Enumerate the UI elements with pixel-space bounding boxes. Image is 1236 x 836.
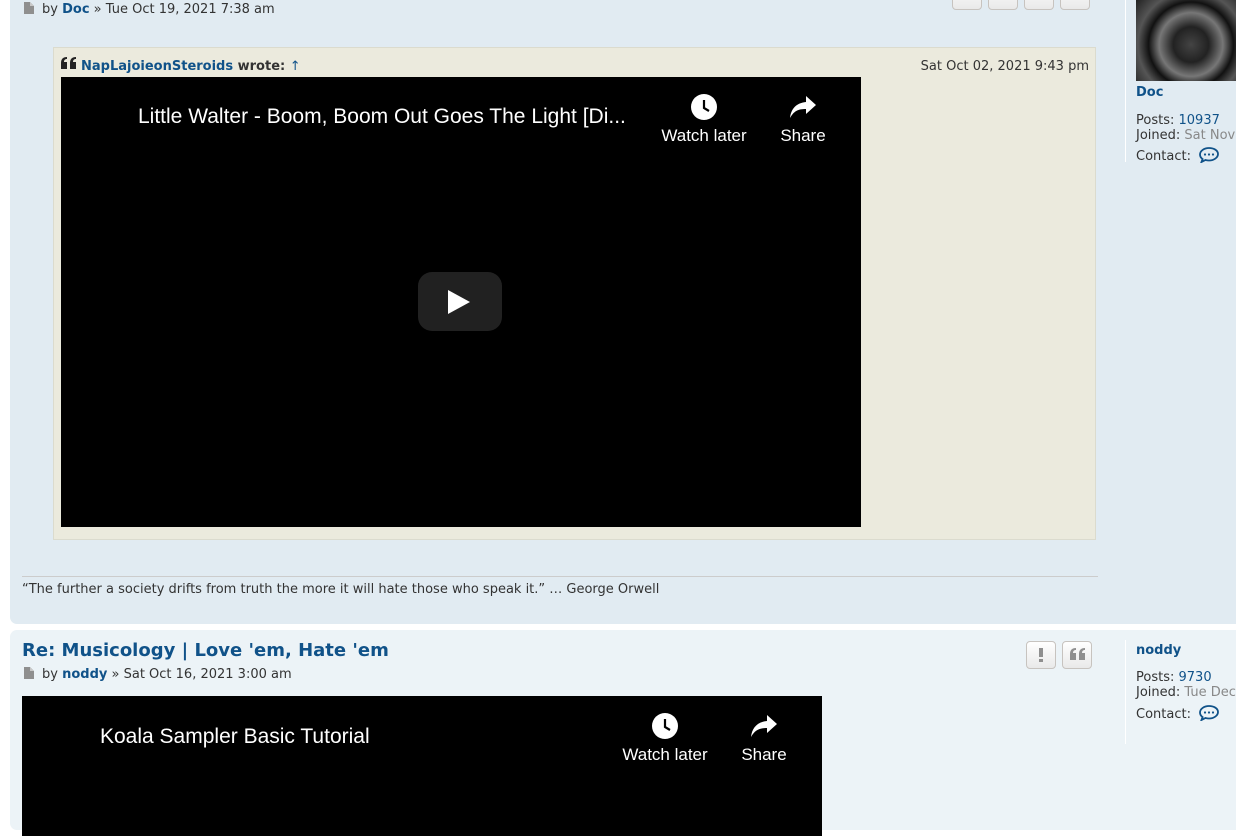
share-label: Share xyxy=(741,745,787,764)
share-icon xyxy=(751,715,777,737)
chat-icon[interactable] xyxy=(1199,147,1220,164)
author-profile-noddy: noddy Posts: 9730 Joined: Tue Dec Contac… xyxy=(1125,640,1236,744)
edit-button[interactable] xyxy=(952,0,982,10)
posts-count[interactable]: 10937 xyxy=(1179,113,1220,128)
share-icon xyxy=(790,96,816,118)
video-embed[interactable]: Little Walter - Boom, Boom Out Goes The … xyxy=(61,77,861,527)
author-link[interactable]: noddy xyxy=(62,667,107,682)
file-icon xyxy=(24,2,34,14)
posts-label: Posts: xyxy=(1136,670,1175,685)
share-button[interactable]: Share xyxy=(753,94,853,146)
watch-later-label: Watch later xyxy=(622,745,708,764)
post-date: » Sat Oct 16, 2021 3:00 am xyxy=(111,667,292,682)
delete-button[interactable] xyxy=(988,0,1018,10)
quote-icon xyxy=(1070,648,1085,660)
quote-button[interactable] xyxy=(1062,641,1092,669)
joined-row: Joined: Tue Dec xyxy=(1136,685,1236,700)
contact-label: Contact: xyxy=(1136,149,1191,164)
post-author-line: by noddy » Sat Oct 16, 2021 3:00 am xyxy=(24,667,292,682)
joined-label: Joined: xyxy=(1136,128,1181,143)
watch-later-button[interactable]: Watch later xyxy=(615,713,715,765)
profile-name[interactable]: Doc xyxy=(1136,85,1163,100)
wrote-label: wrote: xyxy=(237,59,286,74)
posts-row: Posts: 10937 xyxy=(1136,113,1220,128)
report-button[interactable] xyxy=(1026,641,1056,669)
quote-block: NapLajoieonSteroids wrote: ↑ Sat Oct 02,… xyxy=(53,47,1096,540)
post-title[interactable]: Re: Musicology | Love 'em, Hate 'em xyxy=(22,640,389,661)
joined-date: Sat Nov xyxy=(1184,128,1236,143)
by-label: by xyxy=(42,667,58,682)
author-link[interactable]: Doc xyxy=(62,2,89,17)
report-icon xyxy=(1039,648,1043,662)
share-label: Share xyxy=(780,126,826,145)
signature: “The further a society drifts from truth… xyxy=(22,582,660,597)
author-profile-doc: Doc Posts: 10937 Joined: Sat Nov Contact… xyxy=(1125,0,1236,164)
signature-divider xyxy=(22,576,1098,577)
file-icon xyxy=(24,667,34,679)
video-title[interactable]: Koala Sampler Basic Tutorial xyxy=(100,725,370,749)
contact-label: Contact: xyxy=(1136,707,1191,722)
quote-button[interactable] xyxy=(1060,0,1090,10)
play-button[interactable] xyxy=(418,272,502,331)
post-doc: by Doc » Tue Oct 19, 2021 7:38 am NapLaj… xyxy=(10,0,1236,624)
share-button[interactable]: Share xyxy=(714,713,814,765)
quote-icon xyxy=(61,57,77,71)
play-icon xyxy=(448,290,470,314)
joined-date: Tue Dec xyxy=(1184,685,1236,700)
jump-to-post-link[interactable]: ↑ xyxy=(290,59,301,74)
report-button[interactable] xyxy=(1024,0,1054,10)
posts-count[interactable]: 9730 xyxy=(1179,670,1212,685)
video-title[interactable]: Little Walter - Boom, Boom Out Goes The … xyxy=(138,105,626,129)
post-noddy: Re: Musicology | Love 'em, Hate 'em by n… xyxy=(10,630,1236,836)
posts-row: Posts: 9730 xyxy=(1136,670,1212,685)
watch-later-label: Watch later xyxy=(661,126,747,145)
clock-icon xyxy=(691,94,717,120)
post-date: » Tue Oct 19, 2021 7:38 am xyxy=(93,2,275,17)
quote-header: NapLajoieonSteroids wrote: ↑ xyxy=(61,57,301,74)
clock-icon xyxy=(652,713,678,739)
watch-later-button[interactable]: Watch later xyxy=(654,94,754,146)
profile-name[interactable]: noddy xyxy=(1136,643,1181,658)
contact-row: Contact: xyxy=(1136,147,1220,164)
video-embed[interactable]: Koala Sampler Basic Tutorial Watch later… xyxy=(22,696,822,836)
joined-label: Joined: xyxy=(1136,685,1181,700)
posts-label: Posts: xyxy=(1136,113,1175,128)
by-label: by xyxy=(42,2,58,17)
quote-author-link[interactable]: NapLajoieonSteroids xyxy=(81,59,233,74)
chat-icon[interactable] xyxy=(1199,705,1220,722)
post-author-line: by Doc » Tue Oct 19, 2021 7:38 am xyxy=(24,2,275,17)
joined-row: Joined: Sat Nov xyxy=(1136,128,1235,143)
contact-row: Contact: xyxy=(1136,705,1220,722)
avatar xyxy=(1136,0,1236,81)
quote-date: Sat Oct 02, 2021 9:43 pm xyxy=(920,59,1089,74)
